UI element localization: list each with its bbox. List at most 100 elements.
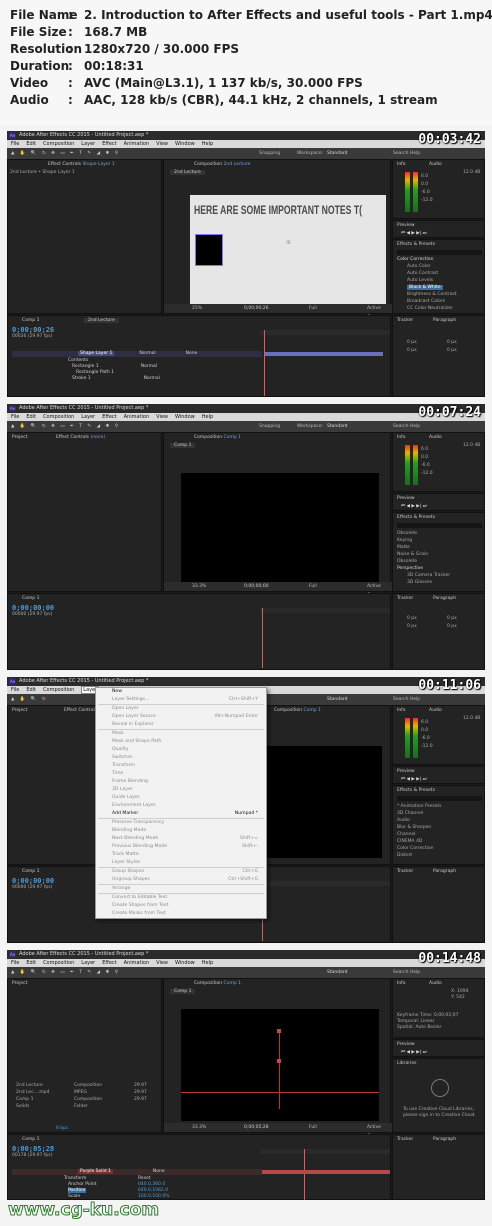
layer-menu-item[interactable]: New <box>96 688 266 696</box>
tool-icons[interactable]: ▲ ✋ 🔍 ↻ ✥ ▭ ✒ T ✎ ◢ ✱ ⚲ <box>11 148 120 159</box>
composition-canvas[interactable] <box>181 473 379 585</box>
timeline-tab[interactable]: 2nd Lecture <box>84 318 119 323</box>
project-tab[interactable]: Project <box>12 435 27 440</box>
tracker-tab[interactable]: Tracker <box>397 596 413 601</box>
tracker-tab[interactable]: Tracker <box>397 1137 413 1142</box>
layer-duration-bar[interactable] <box>265 352 383 356</box>
tracker-tab[interactable]: Tracker <box>397 869 413 874</box>
timeline-tab[interactable]: Comp 1 <box>22 869 39 874</box>
comp-breadcrumb[interactable]: 2nd Lecture <box>170 170 205 175</box>
project-tab[interactable]: Project <box>12 708 27 713</box>
info-tab[interactable]: Info <box>397 162 406 167</box>
time-ruler[interactable] <box>260 1149 390 1154</box>
effects-list-item-selected[interactable]: Black & White <box>407 285 443 290</box>
preview-controls-icons[interactable]: ⏮ ◀ ▶ ▶| ⏭ <box>401 776 427 782</box>
composition-tab[interactable]: Composition 2nd Lecture <box>194 162 250 167</box>
preview-controls-icons[interactable]: ⏮ ◀ ▶ ▶| ⏭ <box>401 1049 427 1055</box>
effects-list-item[interactable]: Broadcast Colors <box>407 299 445 304</box>
comp-breadcrumb[interactable]: Comp 1 <box>170 989 196 994</box>
effects-list-item[interactable]: CINEMA 4D <box>397 839 422 844</box>
paragraph-tab[interactable]: Paragraph <box>433 869 456 874</box>
audio-tab[interactable]: Audio <box>429 708 442 713</box>
effect-controls-tab[interactable]: Effect Controls Shape Layer 1 <box>48 162 115 167</box>
audio-tab[interactable]: Audio <box>429 435 442 440</box>
paragraph-tab[interactable]: Paragraph <box>433 596 456 601</box>
indent-value[interactable]: 0 px <box>447 624 457 629</box>
preview-controls-icons[interactable]: ⏮ ◀ ▶ ▶| ⏭ <box>401 230 427 236</box>
workspace-select[interactable]: Standard <box>327 421 347 432</box>
indent-value[interactable]: 0 px <box>407 624 417 629</box>
timeline-current-time[interactable]: 0;00;00;26 <box>12 326 54 334</box>
comp-time-display[interactable]: 0;00;00;00 <box>244 582 269 591</box>
menu-file[interactable]: File <box>11 141 19 147</box>
project-row[interactable]: Solids Folder <box>16 1104 88 1109</box>
menu-help[interactable]: Help <box>202 141 213 147</box>
menu-composition[interactable]: Composition <box>43 141 74 147</box>
preview-tab[interactable]: Preview <box>397 496 415 501</box>
menu-help[interactable]: Help <box>202 414 213 420</box>
playhead[interactable] <box>262 608 263 668</box>
effects-presets-tab[interactable]: Effects & Presets <box>397 242 435 247</box>
time-ruler[interactable] <box>260 330 390 335</box>
effects-list-item[interactable]: Color Correction <box>397 257 433 262</box>
effects-presets-tab[interactable]: Effects & Presets <box>397 515 435 520</box>
menu-file[interactable]: File <box>11 414 19 420</box>
effects-list-item[interactable]: Color Correction <box>397 846 433 851</box>
workspace-select[interactable]: Standard <box>327 148 347 159</box>
composition-canvas[interactable]: HERE ARE SOME IMPORTANT NOTES T( ⊕ <box>190 195 386 305</box>
effects-list-item[interactable]: Blur & Sharpen <box>397 825 431 830</box>
workspace-select[interactable]: Standard <box>327 967 347 978</box>
indent-value[interactable]: 0 px <box>447 616 457 621</box>
layer-duration-bar[interactable] <box>262 1170 390 1174</box>
effects-list-item[interactable]: 3D Glasses <box>407 580 432 585</box>
menu-animation[interactable]: Animation <box>124 960 150 966</box>
preview-tab[interactable]: Preview <box>397 223 415 228</box>
effects-list-item[interactable]: Keying <box>397 538 412 543</box>
search-help-input[interactable]: Search Help <box>393 148 420 159</box>
effects-list-item[interactable]: Noise & Grain <box>397 552 428 557</box>
audio-tab[interactable]: Audio <box>429 162 442 167</box>
menu-animation[interactable]: Animation <box>124 414 150 420</box>
layer-row[interactable]: Shape Layer 1 Normal None <box>12 351 262 357</box>
preview-tab[interactable]: Preview <box>397 1042 415 1047</box>
time-ruler[interactable] <box>260 881 390 886</box>
zoom-level[interactable]: 33.3% <box>192 1123 206 1132</box>
effect-controls-tab[interactable]: Effect Controls <box>64 708 97 713</box>
effects-list-item[interactable]: Audio <box>397 818 410 823</box>
menu-layer[interactable]: Layer <box>81 960 95 966</box>
layer-property-row[interactable]: Stroke 1 Normal <box>72 376 160 382</box>
keyframe-handle[interactable] <box>277 1059 281 1063</box>
effects-list-item[interactable]: Matte <box>397 545 410 550</box>
effects-list-item[interactable]: 3D Camera Tracker <box>407 573 450 578</box>
composition-tab[interactable]: Composition Comp 1 <box>194 981 241 986</box>
menu-window[interactable]: Window <box>175 141 195 147</box>
snapping-toggle[interactable]: Snapping <box>259 421 280 432</box>
menu-help[interactable]: Help <box>202 960 213 966</box>
menu-composition[interactable]: Composition <box>43 687 74 693</box>
effects-list-item[interactable]: Perspective <box>397 566 423 571</box>
indent-value[interactable]: 0 px <box>407 616 417 621</box>
menu-effect[interactable]: Effect <box>102 141 116 147</box>
effects-list-item[interactable]: CC Color Neutralizer <box>407 306 453 311</box>
layer-row[interactable]: Purple Solid 1 None <box>12 1169 262 1175</box>
info-tab[interactable]: Info <box>397 435 406 440</box>
info-tab[interactable]: Info <box>397 708 406 713</box>
timeline-current-time[interactable]: 0;00;00;00 <box>12 604 54 612</box>
composition-tab[interactable]: Composition Comp 1 <box>194 435 241 440</box>
menu-window[interactable]: Window <box>175 960 195 966</box>
effect-controls-tab[interactable]: Effect Controls (none) <box>56 435 105 440</box>
menu-edit[interactable]: Edit <box>26 414 36 420</box>
effects-search-field[interactable] <box>397 523 482 528</box>
snapping-toggle[interactable]: Snapping <box>259 148 280 159</box>
menu-view[interactable]: View <box>156 141 168 147</box>
menu-composition[interactable]: Composition <box>43 960 74 966</box>
timeline-tab[interactable]: Comp 1 <box>22 318 39 323</box>
effects-list-item[interactable]: Auto Levels <box>407 278 433 283</box>
libraries-tab[interactable]: Libraries <box>397 1061 416 1066</box>
playhead[interactable] <box>264 330 265 396</box>
effects-list-item[interactable]: Brightness & Contrast <box>407 292 457 297</box>
effects-presets-tab[interactable]: Effects & Presets <box>397 788 435 793</box>
comp-time-display[interactable]: 0;00;05;28 <box>244 1123 269 1132</box>
menu-composition[interactable]: Composition <box>43 414 74 420</box>
effects-list-item[interactable]: Auto Color <box>407 264 431 269</box>
